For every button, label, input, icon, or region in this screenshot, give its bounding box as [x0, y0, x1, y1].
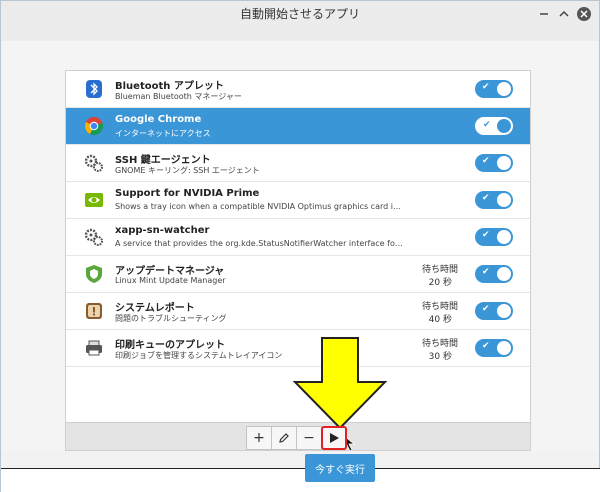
enable-toggle[interactable]: ✔	[475, 80, 513, 98]
app-name: Google Chrome	[115, 114, 202, 125]
app-description: A service that provides the org.kde.Stat…	[115, 239, 405, 248]
add-button[interactable]: +	[246, 426, 272, 450]
check-icon: ✔	[482, 193, 490, 203]
minimize-icon[interactable]	[537, 7, 551, 21]
app-description: GNOME キーリング: SSH エージェント	[115, 166, 260, 175]
bluetooth-icon	[84, 79, 104, 99]
delay-value: 20 秒	[428, 278, 452, 288]
list-item[interactable]: システムレポート 問題のトラブルシューティング 待ち時間 40 秒 ✔	[66, 293, 530, 330]
delay-value: 30 秒	[428, 352, 452, 362]
play-icon	[330, 433, 339, 443]
list-item[interactable]: アップデートマネージャ Linux Mint Update Manager 待ち…	[66, 256, 530, 293]
enable-toggle[interactable]: ✔	[475, 228, 513, 246]
enable-toggle[interactable]: ✔	[475, 302, 513, 320]
report-icon	[84, 301, 104, 321]
check-icon: ✔	[483, 120, 491, 130]
app-description: Blueman Bluetooth マネージャー	[115, 92, 242, 101]
app-description: Shows a tray icon when a compatible NVID…	[115, 202, 405, 211]
enable-toggle[interactable]: ✔	[475, 265, 513, 283]
chrome-icon	[84, 116, 104, 136]
run-now-button[interactable]: 今すぐ実行	[305, 454, 375, 482]
app-name: アップデートマネージャ	[115, 266, 225, 277]
app-name: 印刷キューのアプレット	[115, 340, 225, 351]
app-name: SSH 鍵エージェント	[115, 155, 211, 166]
delay-label: 待ち時間	[421, 265, 458, 275]
printer-icon	[84, 338, 104, 358]
run-button[interactable]	[321, 426, 347, 450]
close-icon[interactable]	[577, 7, 591, 21]
app-name: Support for NVIDIA Prime	[115, 188, 260, 199]
enable-toggle[interactable]: ✔	[475, 154, 513, 172]
delay-label: 待ち時間	[421, 339, 458, 349]
list-item[interactable]: Support for NVIDIA Prime Shows a tray ic…	[66, 182, 530, 219]
check-icon: ✔	[482, 267, 490, 277]
app-name: Bluetooth アプレット	[115, 81, 224, 92]
delay-label: 待ち時間	[421, 302, 458, 312]
list-item[interactable]: Bluetooth アプレット Blueman Bluetooth マネージャー…	[66, 71, 530, 108]
app-name: システムレポート	[115, 303, 195, 314]
check-icon: ✔	[482, 341, 490, 351]
app-name: xapp-sn-watcher	[115, 225, 210, 236]
gears-icon	[84, 227, 104, 247]
check-icon: ✔	[482, 304, 490, 314]
nvidia-icon	[84, 190, 104, 210]
titlebar: 自動開始させるアプリ	[1, 1, 599, 41]
check-icon: ✔	[482, 82, 490, 92]
maximize-icon[interactable]	[557, 7, 571, 21]
down-arrow-annotation	[292, 337, 388, 430]
app-description: Linux Mint Update Manager	[115, 276, 226, 285]
app-description: 問題のトラブルシューティング	[115, 314, 227, 323]
list-item[interactable]: xapp-sn-watcher A service that provides …	[66, 219, 530, 256]
check-icon: ✔	[482, 230, 490, 240]
check-icon: ✔	[482, 156, 490, 166]
enable-toggle[interactable]: ✔	[475, 117, 513, 135]
delay-value: 40 秒	[428, 315, 452, 325]
bottom-band	[1, 468, 600, 492]
autostart-window: 自動開始させるアプリ Bluetooth アプレット Blueman Bluet…	[0, 0, 600, 492]
list-item[interactable]: SSH 鍵エージェント GNOME キーリング: SSH エージェント ✔	[66, 145, 530, 182]
app-description: インターネットにアクセス	[115, 129, 211, 138]
window-title: 自動開始させるアプリ	[239, 7, 360, 21]
pencil-icon	[279, 433, 289, 443]
gears-icon	[84, 153, 104, 173]
shield-icon	[84, 264, 104, 284]
enable-toggle[interactable]: ✔	[475, 339, 513, 357]
enable-toggle[interactable]: ✔	[475, 191, 513, 209]
list-item[interactable]: Google Chrome インターネットにアクセス ✔	[66, 108, 530, 145]
